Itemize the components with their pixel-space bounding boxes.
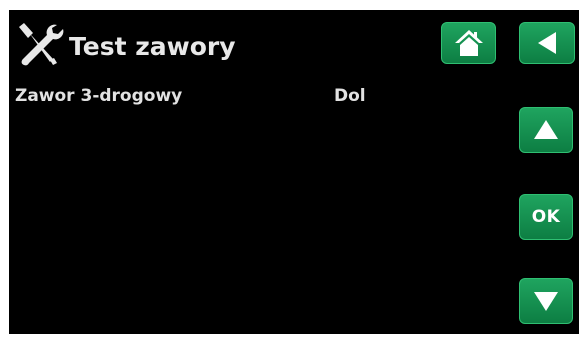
back-button[interactable] (519, 22, 575, 64)
home-button[interactable] (441, 22, 496, 64)
page-title: Test zawory (69, 32, 236, 61)
display-screen: Test zawory Zawor 3-drogowy Dol OK (9, 10, 579, 334)
home-icon (454, 30, 483, 56)
ok-button[interactable]: OK (519, 194, 573, 240)
up-button[interactable] (519, 107, 573, 153)
valve-label: Zawor 3-drogowy (15, 86, 183, 106)
ok-label: OK (531, 207, 561, 227)
tools-icon (13, 21, 65, 67)
down-arrow-icon (534, 292, 558, 311)
up-arrow-icon (534, 120, 558, 139)
down-button[interactable] (519, 278, 573, 324)
valve-value: Dol (334, 86, 366, 106)
back-arrow-icon (538, 32, 556, 54)
